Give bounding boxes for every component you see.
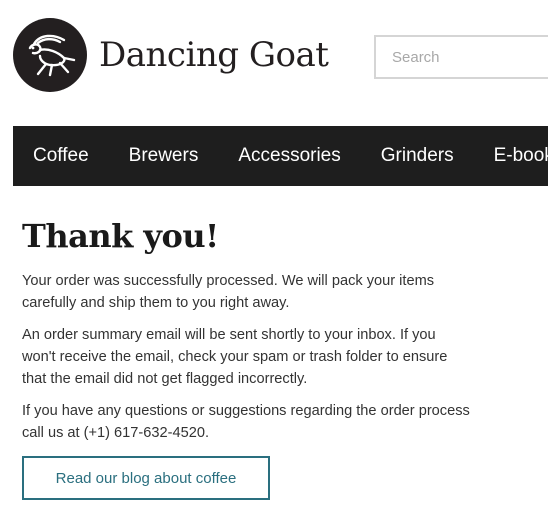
email-summary-text: An order summary email will be sent shor…	[22, 327, 448, 387]
nav-item-grinders[interactable]: Grinders	[381, 145, 454, 167]
nav-item-coffee[interactable]: Coffee	[33, 145, 89, 167]
dancing-goat-logo-icon	[13, 18, 87, 92]
logo-link[interactable]: Dancing Goat	[13, 18, 329, 92]
nav-item-ebooks[interactable]: E-books	[494, 145, 548, 167]
thank-you-content: Thank you! Your order was successfully p…	[22, 214, 472, 500]
nav-item-brewers[interactable]: Brewers	[129, 145, 199, 167]
logo-text: Dancing Goat	[99, 35, 329, 75]
search-input[interactable]	[374, 35, 548, 79]
page-title: Thank you!	[22, 217, 219, 255]
read-blog-button[interactable]: Read our blog about coffee	[22, 456, 270, 500]
order-processed-text: Your order was successfully processed. W…	[22, 273, 435, 311]
nav-item-accessories[interactable]: Accessories	[238, 145, 340, 167]
site-header: Dancing Goat	[0, 0, 548, 126]
contact-info-text: If you have any questions or suggestions…	[22, 403, 470, 441]
main-navigation: Coffee Brewers Accessories Grinders E-bo…	[13, 126, 548, 186]
